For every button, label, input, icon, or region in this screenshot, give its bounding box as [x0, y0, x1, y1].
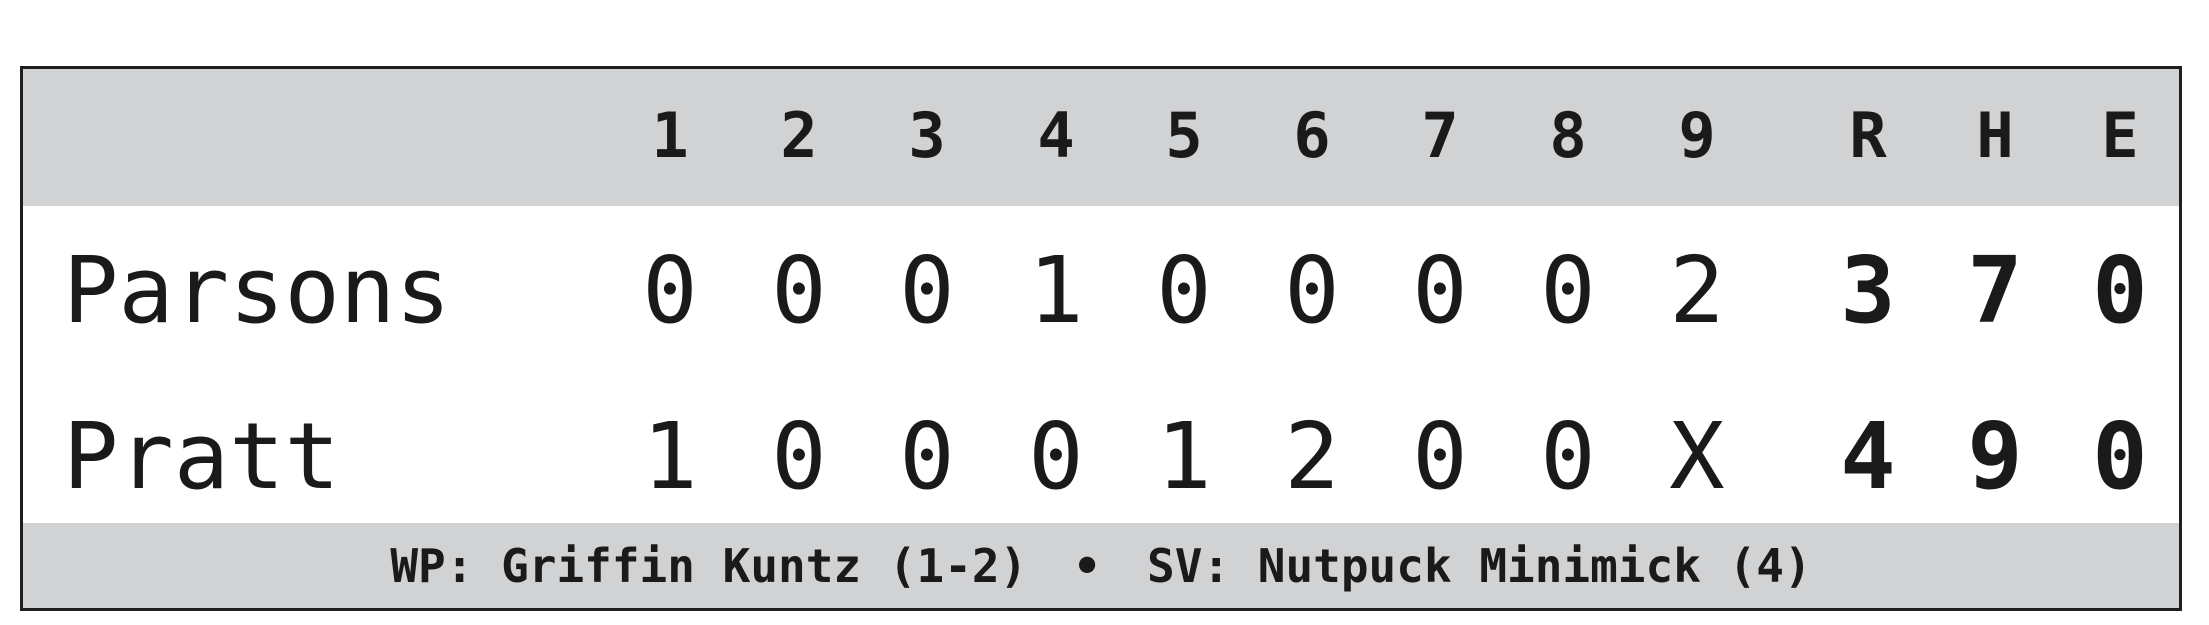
team-name-home: Pratt	[63, 403, 340, 510]
separator-bullet: •	[1073, 538, 1101, 593]
home-inning-4: 0	[1028, 403, 1084, 510]
away-hits: 7	[1967, 237, 2023, 344]
inning-header-8: 8	[1549, 99, 1587, 172]
away-errors: 0	[2092, 237, 2148, 344]
home-inning-9: X	[1669, 403, 1725, 510]
hits-header: H	[1976, 99, 2014, 172]
inning-header-4: 4	[1037, 99, 1075, 172]
home-inning-6: 2	[1284, 403, 1340, 510]
runs-header: R	[1849, 99, 1887, 172]
home-errors: 0	[2092, 403, 2148, 510]
home-hits: 9	[1967, 403, 2023, 510]
away-inning-2: 0	[771, 237, 827, 344]
inning-header-2: 2	[780, 99, 818, 172]
inning-header-3: 3	[908, 99, 946, 172]
away-inning-8: 0	[1540, 237, 1596, 344]
home-inning-1: 1	[642, 403, 698, 510]
away-inning-5: 0	[1156, 237, 1212, 344]
team-name-away: Parsons	[63, 237, 451, 344]
home-inning-8: 0	[1540, 403, 1596, 510]
home-inning-5: 1	[1156, 403, 1212, 510]
home-inning-2: 0	[771, 403, 827, 510]
line-score: 1 2 3 4 5 6 7 8 9 R H E Parsons 0 0 0 1 …	[20, 66, 2182, 611]
away-inning-6: 0	[1284, 237, 1340, 344]
home-inning-3: 0	[899, 403, 955, 510]
errors-header: E	[2101, 99, 2139, 172]
home-runs: 4	[1840, 403, 1896, 510]
away-inning-3: 0	[899, 237, 955, 344]
winning-pitcher: WP: Griffin Kuntz (1-2)	[390, 538, 1028, 593]
inning-header-5: 5	[1165, 99, 1203, 172]
away-inning-7: 0	[1412, 237, 1468, 344]
inning-header-1: 1	[651, 99, 689, 172]
inning-header-7: 7	[1421, 99, 1459, 172]
away-inning-9: 2	[1669, 237, 1725, 344]
away-inning-1: 0	[642, 237, 698, 344]
inning-header-6: 6	[1293, 99, 1331, 172]
away-runs: 3	[1840, 237, 1896, 344]
pitching-decisions: WP: Griffin Kuntz (1-2) • SV: Nutpuck Mini…	[23, 523, 2179, 608]
inning-header-9: 9	[1678, 99, 1716, 172]
home-inning-7: 0	[1412, 403, 1468, 510]
save-pitcher: SV: Nutpuck Minimick (4)	[1147, 538, 1812, 593]
away-inning-4: 1	[1028, 237, 1084, 344]
